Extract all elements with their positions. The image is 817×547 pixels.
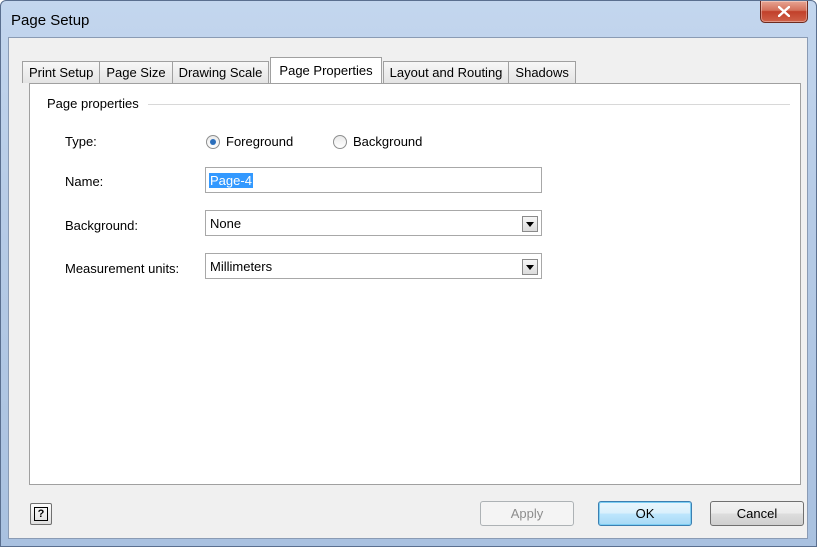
tab-label: Layout and Routing	[389, 65, 503, 80]
tab-label: Print Setup	[29, 65, 94, 80]
background-value: None	[210, 216, 242, 231]
title-bar[interactable]: Page Setup	[1, 1, 816, 37]
type-label: Type:	[65, 134, 97, 149]
group-label: Page properties	[47, 96, 145, 111]
tab-shadows[interactable]: Shadows	[508, 61, 576, 83]
tab-label: Page Size	[106, 65, 166, 80]
tab-layout-and-routing[interactable]: Layout and Routing	[382, 61, 510, 83]
units-value: Millimeters	[210, 259, 273, 274]
tab-label: Drawing Scale	[178, 65, 263, 80]
tab-drawing-scale[interactable]: Drawing Scale	[171, 61, 270, 83]
radio-unchecked-icon	[333, 134, 347, 149]
foreground-radio[interactable]: Foreground	[206, 134, 293, 149]
foreground-label: Foreground	[226, 134, 294, 149]
tab-print-setup[interactable]: Print Setup	[22, 61, 101, 83]
background-select[interactable]: None	[205, 210, 542, 236]
chevron-down-icon[interactable]	[522, 216, 538, 232]
ok-label: OK	[635, 506, 655, 521]
measurement-units-label: Measurement units:	[65, 261, 180, 276]
name-label: Name:	[65, 174, 104, 189]
group-divider	[148, 104, 790, 105]
help-icon: ?	[34, 507, 48, 521]
name-value: Page-4	[209, 173, 253, 188]
tab-page-properties[interactable]: Page Properties	[270, 57, 382, 83]
radio-checked-icon	[206, 134, 220, 149]
name-field[interactable]: Page-4	[205, 167, 542, 193]
measurement-units-select[interactable]: Millimeters	[205, 253, 542, 279]
background-radio[interactable]: Background	[333, 134, 422, 149]
apply-button[interactable]: Apply	[480, 501, 574, 526]
window-title: Page Setup	[11, 12, 90, 29]
tab-label: Shadows	[515, 65, 569, 80]
chevron-down-icon[interactable]	[522, 259, 538, 275]
tab-label: Page Properties	[279, 63, 373, 78]
apply-label: Apply	[510, 506, 544, 521]
cancel-label: Cancel	[736, 506, 778, 521]
background-option-label: Background	[353, 134, 423, 149]
cancel-button[interactable]: Cancel	[710, 501, 804, 526]
tab-strip: Print Setup Page Size Drawing Scale Page…	[22, 57, 576, 83]
close-button[interactable]	[760, 1, 808, 23]
tab-page-size[interactable]: Page Size	[99, 61, 173, 83]
help-button[interactable]: ?	[30, 503, 52, 525]
close-icon	[778, 6, 790, 17]
background-label: Background:	[65, 218, 138, 233]
ok-button[interactable]: OK	[598, 501, 692, 526]
